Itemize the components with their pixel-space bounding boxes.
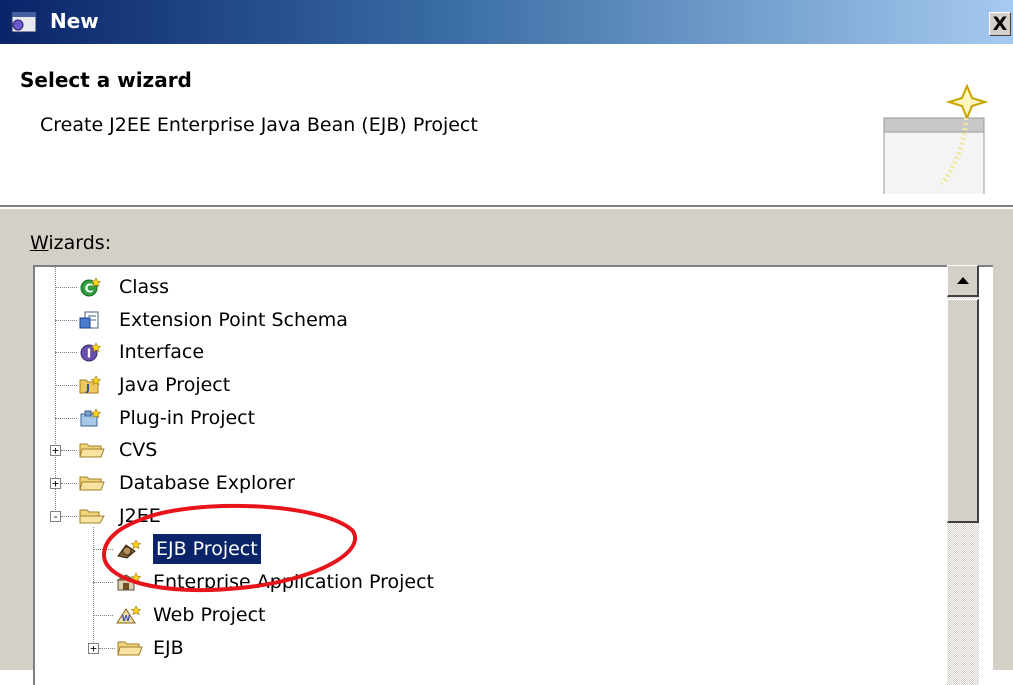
interface-icon: I — [80, 342, 101, 362]
scroll-thumb[interactable] — [947, 299, 979, 523]
wizards-label-text: izards: — [48, 232, 112, 254]
arrow-up-icon — [957, 277, 969, 284]
tree-item-cvs[interactable]: + CVS — [35, 435, 535, 465]
folder-icon — [79, 443, 105, 458]
schema-icon — [79, 311, 99, 329]
wizards-label-mnemonic: W — [30, 232, 49, 254]
header-description: Create J2EE Enterprise Java Bean (EJB) P… — [40, 114, 478, 136]
plugin-project-icon — [80, 408, 101, 427]
svg-text:J: J — [85, 383, 90, 394]
tree-item-label: Extension Point Schema — [119, 309, 348, 331]
expand-toggle[interactable]: + — [50, 445, 61, 456]
tree-item-label: Web Project — [153, 604, 266, 626]
tree-item-class[interactable]: C Class — [35, 272, 535, 302]
eclipse-window-icon — [11, 11, 37, 33]
tree-item-j2ee[interactable]: - J2EE — [35, 501, 535, 531]
header-title: Select a wizard — [20, 68, 192, 92]
ejb-project-icon — [117, 539, 141, 559]
svg-text:C: C — [85, 282, 94, 296]
tree-item-web-project[interactable]: W Web Project — [35, 600, 535, 630]
svg-text:I: I — [87, 347, 91, 361]
close-button[interactable]: X — [989, 12, 1011, 36]
web-project-icon: W — [116, 605, 141, 624]
tree-item-label: EJB — [153, 637, 184, 659]
wizards-tree[interactable]: C Class Extension Point Schema I Interfa… — [33, 265, 993, 685]
tree-item-label: Database Explorer — [119, 472, 295, 494]
tree-item-plugin-project[interactable]: Plug-in Project — [35, 403, 535, 433]
java-project-icon: J — [79, 375, 101, 394]
new-wizard-dialog: New X Select a wizard Create J2EE Enterp… — [0, 0, 1013, 685]
new-wizard-banner-icon — [883, 84, 989, 194]
wizard-header: Select a wizard Create J2EE Enterprise J… — [0, 44, 1013, 209]
tree-item-label: Java Project — [119, 374, 231, 396]
tree-item-label: Enterprise Application Project — [153, 571, 434, 593]
tree-item-ejb-project[interactable]: EJB Project — [35, 533, 535, 565]
tree-item-extension-point-schema[interactable]: Extension Point Schema — [35, 305, 535, 335]
folder-open-icon — [79, 509, 105, 524]
expand-toggle[interactable]: + — [88, 643, 99, 654]
tree-item-enterprise-application-project[interactable]: Enterprise Application Project — [35, 567, 635, 597]
title-bar[interactable]: New — [0, 0, 1013, 44]
tree-item-label: Interface — [119, 341, 205, 363]
scroll-up-button[interactable] — [947, 265, 979, 297]
collapse-toggle[interactable]: - — [50, 511, 61, 522]
window-title: New — [50, 9, 99, 33]
wizards-label: Wizards: — [30, 232, 111, 254]
svg-text:W: W — [122, 614, 131, 623]
tree-item-ejb[interactable]: + EJB — [35, 633, 535, 663]
tree-item-label: Class — [119, 276, 169, 298]
tree-item-label: EJB Project — [152, 533, 262, 565]
tree-item-interface[interactable]: I Interface — [35, 337, 535, 367]
folder-icon — [79, 476, 105, 491]
vertical-scrollbar[interactable] — [947, 265, 979, 685]
class-icon: C — [80, 277, 101, 297]
tree-item-label: CVS — [119, 439, 158, 461]
tree-item-database-explorer[interactable]: + Database Explorer — [35, 468, 535, 498]
tree-item-label: J2EE — [119, 505, 161, 527]
tree-item-java-project[interactable]: J Java Project — [35, 370, 535, 400]
tree-item-label: Plug-in Project — [119, 407, 256, 429]
enterprise-app-icon — [116, 572, 141, 591]
expand-toggle[interactable]: + — [50, 478, 61, 489]
folder-icon — [117, 641, 143, 656]
